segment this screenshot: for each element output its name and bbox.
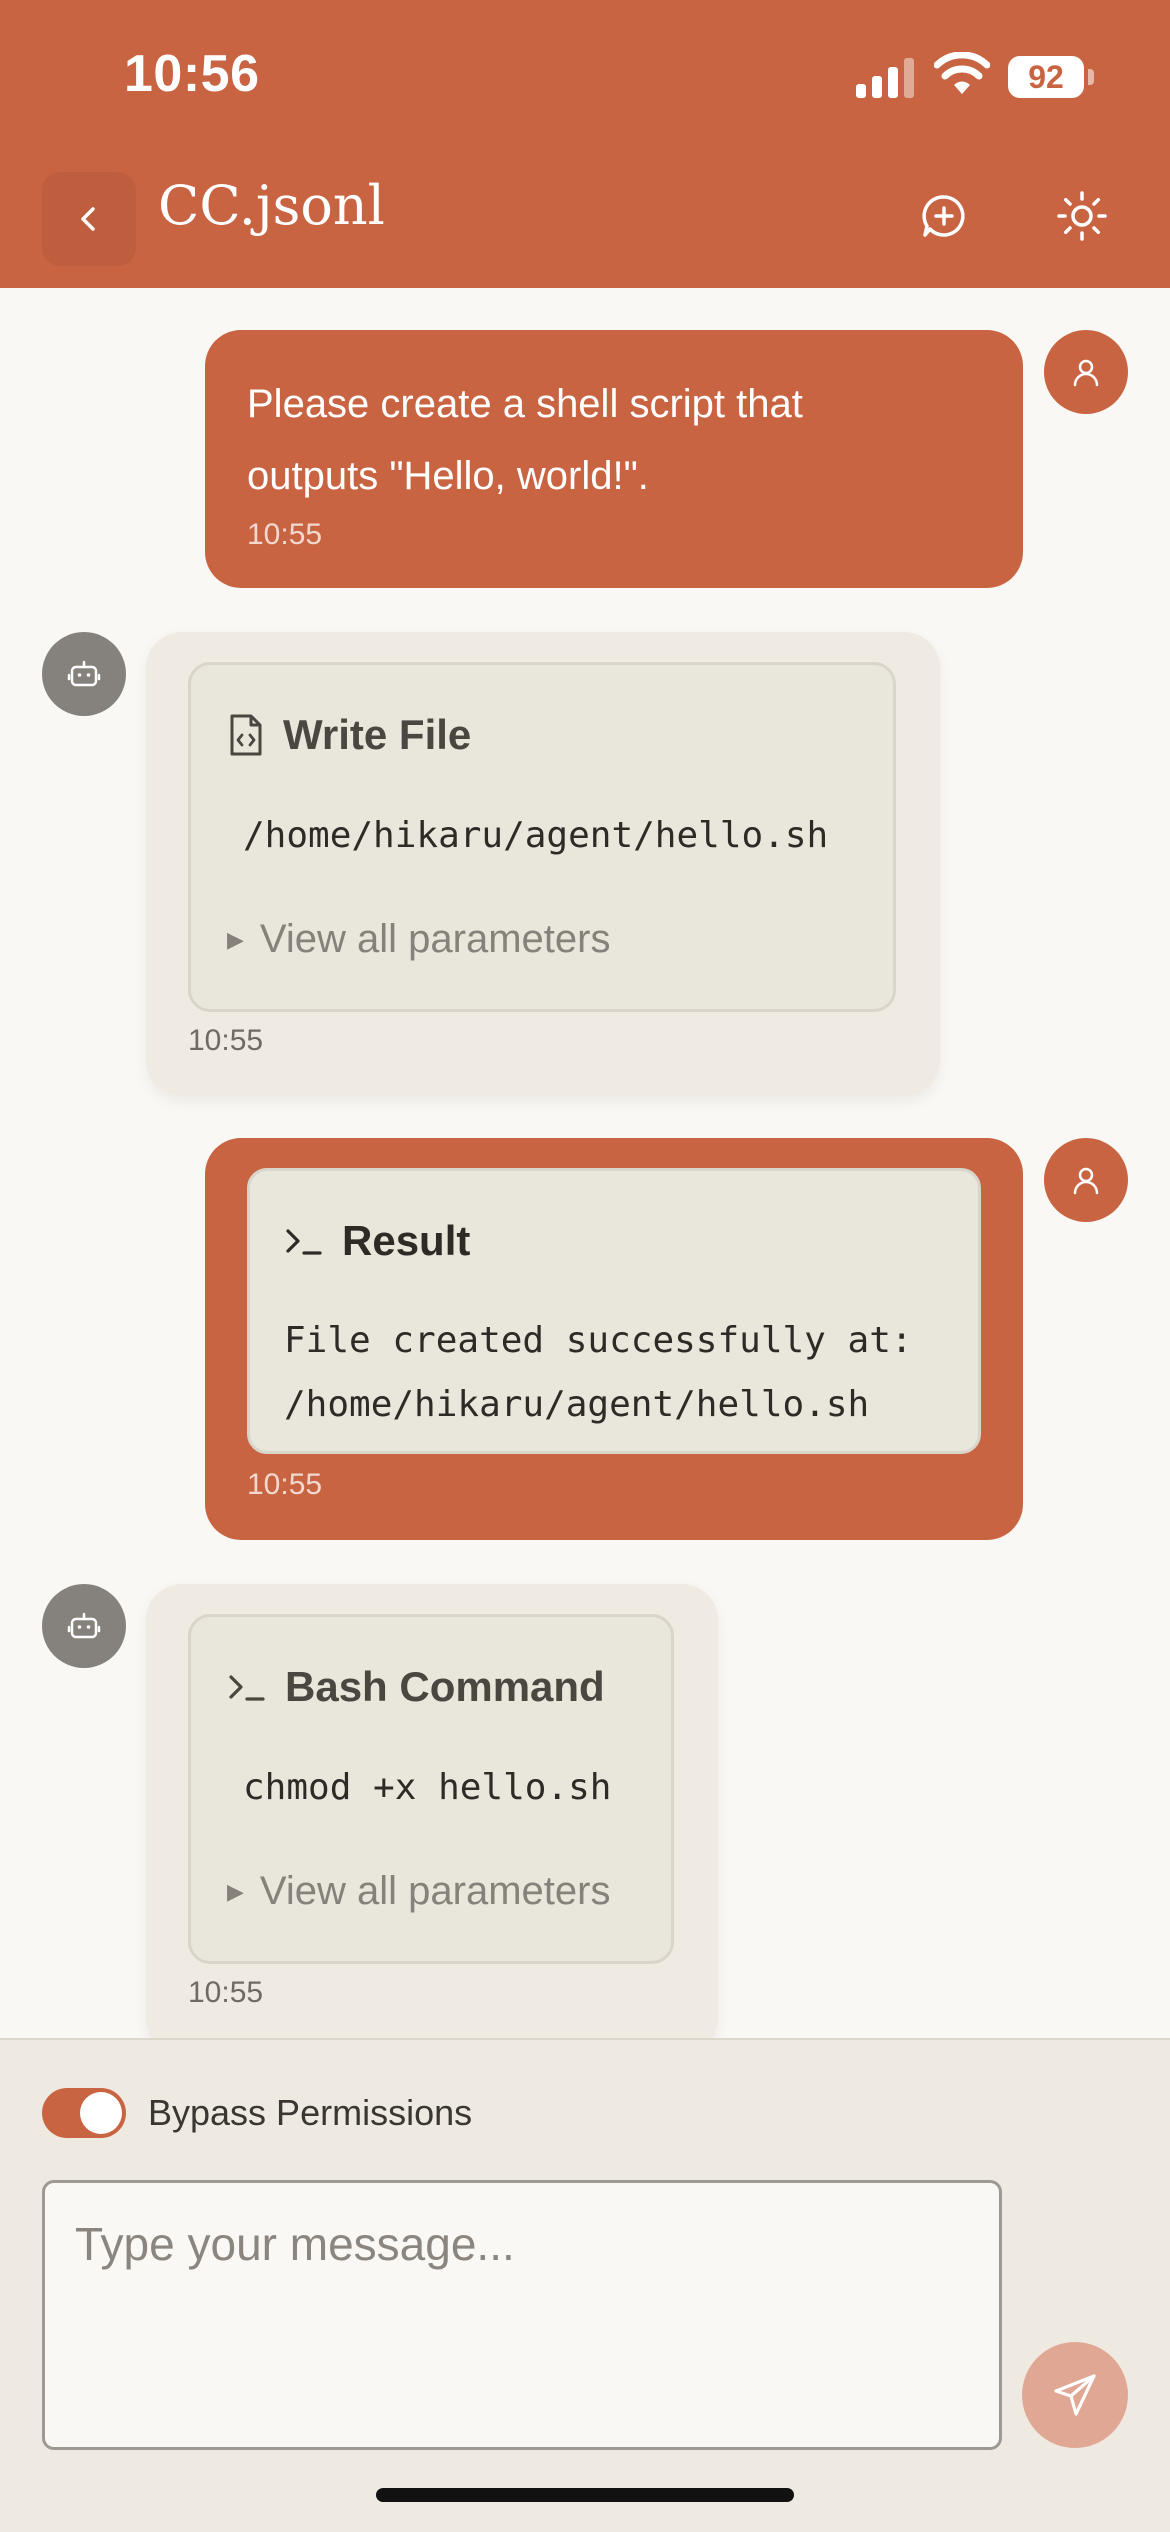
assistant-avatar — [42, 632, 126, 716]
message-timestamp: 10:55 — [188, 1976, 264, 2009]
battery-icon: 92 — [1008, 56, 1094, 98]
result-output: File created successfully at: /home/hika… — [284, 1320, 913, 1425]
robot-icon — [67, 660, 101, 687]
user-icon — [1073, 1167, 1099, 1195]
robot-icon — [67, 1612, 101, 1639]
assistant-message-bubble: Write File /home/hikaru/agent/hello.sh ▶… — [146, 632, 940, 1096]
new-chat-button[interactable] — [912, 184, 976, 248]
cellular-signal-icon — [856, 58, 914, 98]
assistant-message-bubble: Bash Command chmod +x hello.sh ▶ View al… — [146, 1584, 718, 2054]
bypass-permissions-toggle[interactable] — [42, 2088, 126, 2138]
sun-icon — [1057, 191, 1107, 241]
message-timestamp: 10:55 — [247, 518, 323, 551]
home-indicator — [376, 2488, 794, 2502]
battery-level: 92 — [1008, 56, 1084, 98]
status-time: 10:56 — [124, 45, 260, 103]
user-message-bubble: Please create a shell script that output… — [205, 330, 1023, 588]
tool-name: Write File — [283, 711, 472, 758]
composer-panel: Bypass Permissions — [0, 2038, 1170, 2532]
caret-right-icon: ▶ — [227, 1878, 244, 1904]
tool-argument: /home/hikaru/agent/hello.sh — [243, 815, 829, 856]
message-plus-icon — [922, 195, 965, 237]
message-text: Please create a shell script that output… — [247, 382, 803, 498]
caret-right-icon: ▶ — [227, 926, 244, 952]
tool-header: Bash Command — [227, 1663, 605, 1711]
user-icon — [1073, 359, 1099, 387]
user-avatar — [1044, 1138, 1128, 1222]
message-input[interactable] — [42, 2180, 1002, 2450]
message-timestamp: 10:55 — [188, 1024, 264, 1057]
file-code-icon — [230, 714, 262, 756]
tool-argument: chmod +x hello.sh — [243, 1767, 612, 1808]
tool-result-card: Result File created successfully at: /ho… — [247, 1168, 981, 1454]
result-label: Result — [342, 1217, 471, 1264]
terminal-icon — [229, 1675, 265, 1701]
bypass-permissions-label: Bypass Permissions — [148, 2092, 473, 2133]
view-parameters-toggle[interactable]: ▶ View all parameters — [227, 917, 610, 962]
wifi-icon — [934, 52, 990, 94]
assistant-avatar — [42, 1584, 126, 1668]
user-avatar — [1044, 330, 1128, 414]
user-message-bubble: Result File created successfully at: /ho… — [205, 1138, 1023, 1540]
send-button[interactable] — [1022, 2342, 1128, 2448]
terminal-icon — [286, 1229, 322, 1255]
message-timestamp: 10:55 — [247, 1468, 323, 1501]
back-button[interactable] — [42, 172, 136, 266]
page-title: CC.jsonl — [158, 174, 385, 237]
tool-name: Bash Command — [285, 1663, 605, 1710]
tool-header: Write File — [227, 711, 471, 759]
app-header: 10:56 92 CC.jsonl — [0, 0, 1170, 288]
tool-call-card: Write File /home/hikaru/agent/hello.sh ▶… — [188, 662, 896, 1012]
view-parameters-toggle[interactable]: ▶ View all parameters — [227, 1869, 610, 1914]
theme-toggle-button[interactable] — [1050, 184, 1114, 248]
send-icon — [1054, 2374, 1096, 2416]
tool-call-card: Bash Command chmod +x hello.sh ▶ View al… — [188, 1614, 674, 1964]
result-header: Result — [284, 1217, 470, 1265]
chevron-left-icon — [81, 207, 95, 231]
